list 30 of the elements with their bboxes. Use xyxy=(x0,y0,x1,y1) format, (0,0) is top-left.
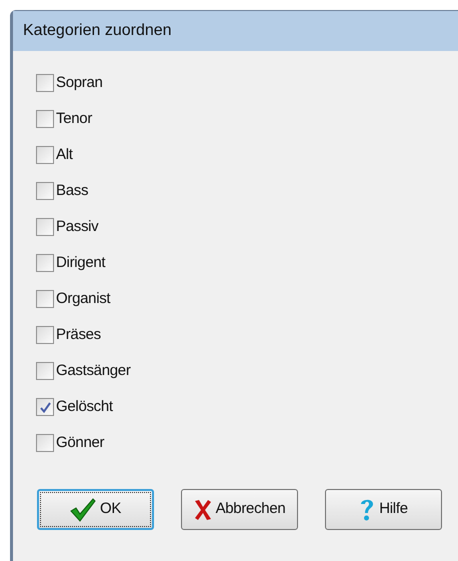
help-button[interactable]: Hilfe xyxy=(325,489,442,530)
checkbox-label: Dirigent xyxy=(56,252,106,273)
checkbox-label: Gastsänger xyxy=(56,360,131,381)
checkbox-label: Bass xyxy=(56,180,88,201)
checkbox[interactable] xyxy=(36,110,54,128)
x-icon xyxy=(194,498,212,520)
cancel-button[interactable]: Abbrechen xyxy=(181,489,298,530)
question-mark-icon xyxy=(359,498,376,522)
checkmark-icon xyxy=(70,498,96,522)
checkbox-label: Tenor xyxy=(56,108,92,129)
checkbox-label: Sopran xyxy=(56,72,103,93)
checkbox[interactable] xyxy=(36,254,54,272)
checkbox[interactable] xyxy=(36,434,54,452)
checkmark-icon xyxy=(40,402,50,412)
checkbox-label: Präses xyxy=(56,324,101,345)
checkbox-label: Gelöscht xyxy=(56,396,113,417)
checkbox-label: Gönner xyxy=(56,432,104,453)
checkbox-label: Alt xyxy=(56,144,73,165)
checkbox[interactable] xyxy=(36,182,54,200)
checkbox[interactable] xyxy=(36,362,54,380)
ok-button[interactable]: OK xyxy=(37,489,154,530)
checkbox[interactable] xyxy=(36,146,54,164)
window-title: Kategorien zuordnen xyxy=(23,21,172,41)
checkbox-label: Passiv xyxy=(56,216,98,237)
checkbox[interactable] xyxy=(36,218,54,236)
checkbox[interactable] xyxy=(36,290,54,308)
checkbox[interactable] xyxy=(36,398,54,416)
checkbox[interactable] xyxy=(36,74,54,92)
checkbox[interactable] xyxy=(36,326,54,344)
checkbox-label: Organist xyxy=(56,288,110,309)
